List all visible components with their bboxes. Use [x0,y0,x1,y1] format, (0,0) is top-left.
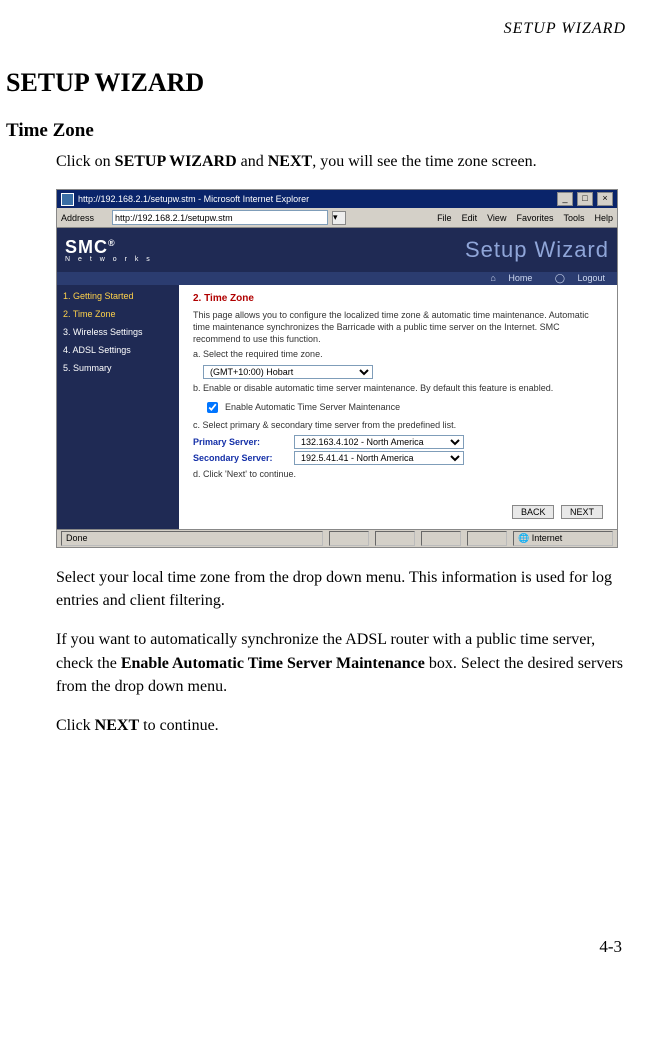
wizard-section-title: 2. Time Zone [193,293,603,304]
maximize-button[interactable]: □ [577,192,593,206]
home-label: Home [508,273,532,283]
text: and [237,153,268,170]
text: to continue. [139,717,219,734]
status-right-label: Internet [532,533,563,543]
sidebar-item-summary[interactable]: 5. Summary [63,363,173,373]
text: Click on [56,153,115,170]
status-seg [375,531,415,546]
text: , you will see the time zone screen. [312,153,536,170]
ie-icon [61,193,74,206]
paragraph-3: If you want to automatically synchronize… [56,628,626,698]
home-link[interactable]: ⌂ Home [480,273,532,283]
primary-server-select[interactable]: 132.163.4.102 - North America [294,435,464,449]
logo-text: SMC [65,237,108,257]
text-bold: NEXT [268,153,312,170]
menu-edit[interactable]: Edit [462,213,478,223]
sidebar-item-getting-started[interactable]: 1. Getting Started [63,291,173,301]
status-seg [421,531,461,546]
sidebar-item-adsl-settings[interactable]: 4. ADSL Settings [63,345,173,355]
logout-label: Logout [577,273,605,283]
status-seg [467,531,507,546]
logo-subtext: N e t w o r k s [65,256,153,263]
page-number: 4-3 [6,937,626,957]
back-button[interactable]: BACK [512,505,555,519]
address-input[interactable] [112,210,328,225]
page-title: SETUP WIZARD [6,68,626,98]
secondary-server-label: Secondary Server: [193,453,288,463]
auto-time-label: Enable Automatic Time Server Maintenance [225,402,400,412]
address-label: Address [61,213,94,223]
minimize-button[interactable]: _ [557,192,573,206]
utility-bar: ⌂ Home ◯ Logout [57,272,617,285]
logout-icon: ◯ [555,273,565,283]
menu-tools[interactable]: Tools [563,213,584,223]
close-button[interactable]: × [597,192,613,206]
timezone-select[interactable]: (GMT+10:00) Hobart [203,365,373,379]
logo: SMC® [65,237,116,257]
wizard-main: 2. Time Zone This page allows you to con… [179,285,617,529]
primary-server-label: Primary Server: [193,437,288,447]
status-right: 🌐 Internet [513,531,613,546]
auto-time-checkbox[interactable] [207,402,218,413]
secondary-server-select[interactable]: 192.5.41.41 - North America [294,451,464,465]
menu-file[interactable]: File [437,213,452,223]
running-head: SETUP WIZARD [6,20,626,38]
wizard-step-a: a. Select the required time zone. [193,349,603,361]
menu-favorites[interactable]: Favorites [516,213,553,223]
menu-view[interactable]: View [487,213,506,223]
next-button[interactable]: NEXT [561,505,603,519]
dropdown-icon[interactable]: ▾ [332,211,346,225]
text-bold: NEXT [95,717,139,734]
logout-link[interactable]: ◯ Logout [545,273,605,283]
section-heading: Time Zone [6,120,626,142]
paragraph-4: Click NEXT to continue. [56,714,626,737]
wizard-step-b: b. Enable or disable automatic time serv… [193,383,603,395]
wizard-intro: This page allows you to configure the lo… [193,310,603,345]
address-bar: Address ▾ File Edit View Favorites Tools… [57,208,617,228]
status-left: Done [61,531,323,546]
status-seg [329,531,369,546]
wizard-step-c: c. Select primary & secondary time serve… [193,420,603,432]
brand-bar: SMC® N e t w o r k s Setup Wizard [57,228,617,272]
sidebar-item-wireless-settings[interactable]: 3. Wireless Settings [63,327,173,337]
home-icon: ⌂ [490,273,495,283]
status-bar: Done 🌐 Internet [57,529,617,547]
text: Click [56,717,95,734]
text-bold: SETUP WIZARD [115,153,237,170]
registered-mark: ® [108,238,116,248]
sidebar-item-time-zone[interactable]: 2. Time Zone [63,309,173,319]
wizard-step-d: d. Click 'Next' to continue. [193,469,603,481]
menu-help[interactable]: Help [594,213,613,223]
text-bold: Enable Automatic Time Server Maintenance [121,655,425,672]
wizard-sidebar: 1. Getting Started 2. Time Zone 3. Wirel… [57,285,179,529]
window-titlebar: http://192.168.2.1/setupw.stm - Microsof… [57,190,617,208]
screenshot-figure: http://192.168.2.1/setupw.stm - Microsof… [56,189,618,548]
window-title: http://192.168.2.1/setupw.stm - Microsof… [78,194,553,204]
browser-menu: File Edit View Favorites Tools Help [437,213,613,223]
page-icon [98,213,108,223]
intro-paragraph: Click on SETUP WIZARD and NEXT, you will… [56,150,626,173]
wizard-heading: Setup Wizard [465,237,609,263]
paragraph-2: Select your local time zone from the dro… [56,566,626,612]
